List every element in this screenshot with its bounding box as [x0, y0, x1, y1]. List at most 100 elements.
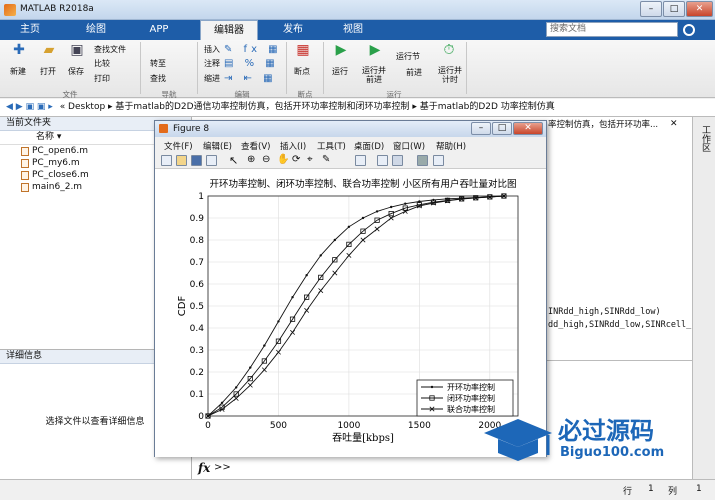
run-button[interactable]: 运行 [332, 66, 348, 77]
save-button[interactable]: 保存 [68, 66, 84, 77]
new-icon: ✚ [13, 42, 25, 58]
run-time-button[interactable]: 运行并 计时 [438, 66, 462, 84]
data-point [375, 210, 379, 213]
run-time-icon: ⏱ [443, 42, 455, 58]
divider [140, 42, 141, 94]
pan-icon[interactable]: ✋ [277, 154, 289, 165]
run-icon: ▶ [335, 42, 347, 58]
address-bar[interactable]: ◀ ▶ ▣ ▣ ▸ « Desktop ▸ 基于matlab的D2D通信功率控制… [0, 99, 715, 117]
menu-window[interactable]: 窗口(W) [393, 140, 425, 152]
data-cursor-icon[interactable]: ⌖ [307, 154, 313, 165]
y-tick-label: 0 [198, 412, 204, 422]
ribbon-tabs: 主页 绘图 APP 编辑器 发布 视图 搜索文档 [0, 20, 715, 40]
zoom-in-icon[interactable]: ⊕ [247, 154, 255, 165]
chart-title: 开环功率控制、闭环功率控制、联合功率控制 小区所有用户吞吐量对比图 [209, 178, 516, 190]
divider [286, 42, 287, 94]
close-button[interactable]: ✕ [686, 1, 713, 17]
edit-tools-icon[interactable]: ✎ fx ▦ [224, 44, 282, 55]
legend-entry: 闭环功率控制 [447, 393, 495, 403]
new-figure-icon[interactable] [161, 155, 172, 166]
legend-entry: 开环功率控制 [447, 382, 495, 392]
run-section-button[interactable]: 运行节 [396, 51, 420, 62]
open-file-icon[interactable] [176, 155, 187, 166]
title-bar: MATLAB R2018a – □ ✕ [0, 0, 715, 20]
watermark-url: Biguo100.com [560, 445, 665, 460]
menu-desktop[interactable]: 桌面(D) [354, 140, 384, 152]
pointer-icon[interactable]: ↖ [229, 154, 238, 167]
indent-tools-icon[interactable]: ⇥ ⇤ ▦ [224, 73, 277, 84]
insert-button[interactable]: 插入 [204, 44, 220, 55]
figure-close-button[interactable]: ✕ [513, 122, 543, 135]
divider [466, 42, 467, 94]
save-figure-icon[interactable] [191, 155, 202, 166]
y-tick-label: 0.9 [190, 214, 205, 224]
fx-icon: fx [198, 461, 211, 475]
rotate-icon[interactable]: ⟳ [292, 154, 300, 165]
find-button[interactable]: 查找 [150, 73, 166, 84]
comment-tools-icon[interactable]: ▤ % ▦ [224, 58, 279, 69]
command-prompt[interactable]: >> [214, 462, 231, 473]
workspace-label[interactable]: 工作区 [698, 125, 710, 152]
run-advance-button[interactable]: 运行并 前进 [362, 66, 386, 84]
data-point [263, 344, 266, 347]
m-file-icon [21, 183, 29, 192]
print-button[interactable]: 打印 [94, 73, 110, 84]
colorbar-icon[interactable] [377, 155, 388, 166]
close-icon[interactable]: ✕ [670, 119, 678, 129]
menu-tools[interactable]: 工具(T) [317, 140, 346, 152]
search-icon[interactable] [683, 24, 695, 36]
data-point [361, 216, 365, 220]
nav-arrows-icon[interactable]: ◀ ▶ ▣ ▣ ▸ [6, 102, 53, 112]
y-tick-label: 0.6 [190, 280, 205, 290]
open-folder-icon: ▰ [43, 42, 55, 58]
legend-icon[interactable] [392, 155, 403, 166]
tab-apps[interactable]: APP [136, 20, 182, 40]
tab-plots[interactable]: 绘图 [70, 20, 122, 40]
brush-icon[interactable]: ✎ [322, 154, 330, 165]
tab-publish[interactable]: 发布 [268, 20, 318, 40]
search-input[interactable]: 搜索文档 [546, 22, 678, 37]
menu-insert[interactable]: 插入(I) [280, 140, 306, 152]
breakpoints-button[interactable]: 断点 [294, 66, 310, 77]
menu-view[interactable]: 查看(V) [241, 140, 270, 152]
watermark-text: 必过源码 [558, 417, 654, 445]
folder-path[interactable]: « Desktop ▸ 基于matlab的D2D通信功率控制仿真，包括开环功率控… [60, 102, 555, 112]
show-tools-icon[interactable] [433, 155, 444, 166]
advance-button[interactable]: 前进 [406, 67, 422, 78]
tab-editor[interactable]: 编辑器 [200, 20, 258, 40]
open-button[interactable]: 打开 [40, 66, 56, 77]
print-icon[interactable] [206, 155, 217, 166]
y-tick-label: 0.1 [190, 390, 204, 400]
figure-maximize-button[interactable]: □ [492, 122, 512, 135]
find-files-button[interactable]: 查找文件 [94, 44, 126, 55]
minimize-button[interactable]: – [640, 1, 662, 17]
menu-edit[interactable]: 编辑(E) [203, 140, 232, 152]
menu-file[interactable]: 文件(F) [164, 140, 193, 152]
y-tick-label: 0.4 [190, 324, 205, 334]
maximize-button[interactable]: □ [663, 1, 685, 17]
goto-button[interactable]: 转至 [150, 58, 166, 69]
link-plot-icon[interactable] [355, 155, 366, 166]
y-axis-label: CDF [177, 296, 188, 317]
zoom-out-icon[interactable]: ⊖ [262, 154, 270, 165]
tab-home[interactable]: 主页 [8, 20, 52, 40]
x-tick-label: 1500 [408, 421, 431, 431]
divider [197, 42, 198, 94]
comment-button[interactable]: 注释 [204, 58, 220, 69]
data-point [291, 296, 294, 299]
editor-tab-label[interactable]: 率控制仿真，包括开环功率... [548, 118, 658, 130]
figure-title: Figure 8 [173, 124, 210, 134]
hide-tools-icon[interactable] [417, 155, 428, 166]
tab-view[interactable]: 视图 [330, 20, 376, 40]
compare-button[interactable]: 比较 [94, 58, 110, 69]
data-point [333, 238, 337, 242]
y-tick-label: 0.2 [190, 368, 204, 378]
menu-help[interactable]: 帮助(H) [436, 140, 466, 152]
data-point [389, 205, 393, 209]
x-axis-label: 吞吐量[kbps] [332, 432, 394, 444]
indent-button[interactable]: 缩进 [204, 73, 220, 84]
data-point [430, 385, 434, 389]
new-button[interactable]: 新建 [10, 66, 26, 77]
m-file-icon [21, 159, 29, 168]
figure-minimize-button[interactable]: – [471, 122, 491, 135]
